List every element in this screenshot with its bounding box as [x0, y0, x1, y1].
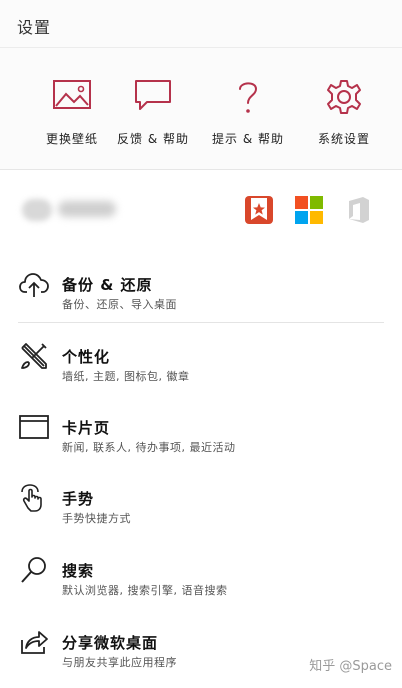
connected-apps	[0, 171, 402, 251]
row-subtitle: 与朋友共享此应用程序	[62, 656, 177, 669]
image-icon	[53, 80, 91, 109]
gestures-row[interactable]: 手势 手势快捷方式	[0, 470, 402, 530]
row-title: 手势	[62, 490, 95, 508]
card-page-icon	[19, 415, 49, 439]
search-icon	[21, 557, 46, 583]
cloud-upload-icon	[19, 273, 49, 297]
system-settings-button[interactable]: 系统设置	[294, 78, 394, 147]
row-title: 搜索	[62, 562, 95, 580]
quick-actions: 更换壁纸 反馈 & 帮助 提示 & 帮助 系统设置	[0, 48, 402, 170]
chat-bubble-icon	[135, 80, 171, 110]
avatar[interactable]	[22, 199, 52, 221]
row-title: 分享微软桌面	[62, 634, 159, 652]
backup-restore-row[interactable]: 备份 & 还原 备份、还原、导入桌面	[0, 256, 402, 316]
share-icon	[21, 631, 48, 654]
personalization-row[interactable]: 个性化 墙纸, 主题, 图标包, 徽章	[0, 328, 402, 388]
gesture-hand-icon	[21, 484, 42, 512]
search-row[interactable]: 搜索 默认浏览器, 搜索引擎, 语音搜索	[0, 542, 402, 602]
brush-pencil-icon	[21, 343, 47, 369]
card-page-row[interactable]: 卡片页 新闻, 联系人, 待办事项, 最近活动	[0, 399, 402, 459]
watermark: 知乎 @Space	[309, 659, 392, 674]
office-icon[interactable]	[344, 195, 374, 225]
question-icon	[239, 82, 258, 113]
gear-icon	[327, 80, 361, 114]
quick-action-label: 提示 & 帮助	[212, 132, 284, 146]
row-title: 备份 & 还原	[62, 276, 153, 294]
quick-action-label: 反馈 & 帮助	[117, 132, 189, 146]
microsoft-logo-icon[interactable]	[294, 195, 324, 225]
account-name[interactable]	[58, 201, 116, 217]
row-subtitle: 备份、还原、导入桌面	[62, 298, 177, 311]
header-bar: 设置	[0, 0, 402, 48]
row-subtitle: 新闻, 联系人, 待办事项, 最近活动	[62, 441, 236, 454]
row-title: 卡片页	[62, 419, 111, 437]
wunderlist-icon[interactable]	[244, 195, 274, 225]
page-title: 设置	[17, 18, 52, 37]
tips-help-button[interactable]: 提示 & 帮助	[198, 78, 298, 147]
row-subtitle: 墙纸, 主题, 图标包, 徽章	[62, 370, 190, 383]
feedback-help-button[interactable]: 反馈 & 帮助	[103, 78, 203, 147]
row-subtitle: 手势快捷方式	[62, 512, 131, 525]
quick-action-label: 系统设置	[317, 132, 370, 146]
row-title: 个性化	[62, 348, 111, 366]
divider	[18, 322, 384, 323]
row-subtitle: 默认浏览器, 搜索引擎, 语音搜索	[62, 584, 228, 597]
